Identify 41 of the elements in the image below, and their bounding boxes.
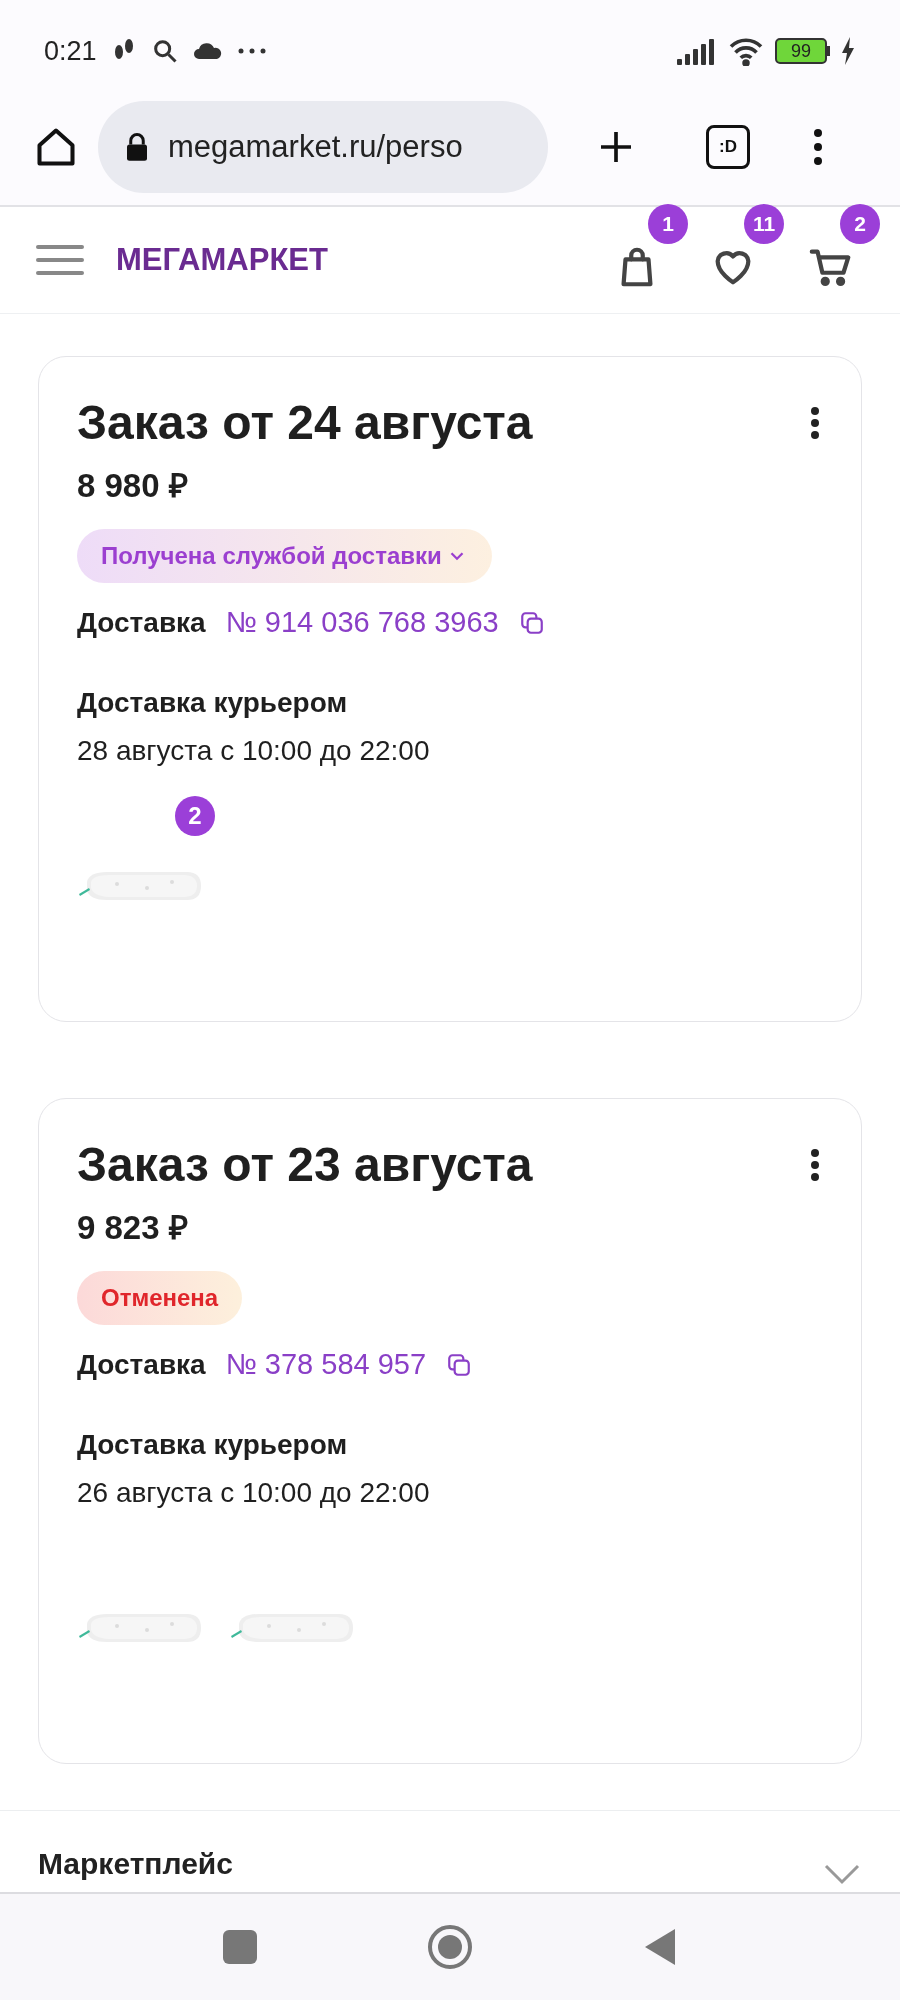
count-badge: 11 [744, 204, 784, 244]
delivery-method: Доставка курьером [77, 686, 348, 721]
more-icon[interactable] [809, 1147, 821, 1184]
delivery-time: 26 августа с 10:00 до 22:00 [77, 1476, 430, 1511]
wifi-icon [727, 35, 765, 66]
copy-icon[interactable] [446, 1351, 473, 1378]
recents-icon[interactable] [223, 1930, 257, 1965]
delivery-label: Доставка [77, 1347, 206, 1382]
signal-icon [677, 36, 717, 65]
more-notifications-icon [236, 46, 267, 55]
order-title: Заказ от 23 августа [77, 1137, 533, 1194]
home-button-icon[interactable] [427, 1924, 473, 1971]
delivery-number[interactable]: № 914 036 768 3963 [225, 600, 499, 645]
more-icon[interactable] [809, 405, 821, 442]
tab-switcher-button[interactable]: :D [706, 125, 750, 170]
section-title[interactable]: Маркетплейс [38, 1841, 233, 1887]
hamburger-icon[interactable] [36, 243, 84, 277]
order-title: Заказ от 24 августа [77, 395, 533, 452]
cloud-icon [192, 40, 223, 61]
delivery-label: Доставка [77, 605, 206, 640]
url-text: megamarket.ru/perso [168, 127, 463, 166]
delivery-method: Доставка курьером [77, 1428, 348, 1463]
quantity-badge: 2 [175, 796, 215, 837]
menu-icon[interactable] [812, 127, 824, 168]
order-price: 8 980 ₽ [77, 466, 188, 507]
status-time: 0:21 [44, 34, 97, 68]
chevron-down-icon[interactable] [822, 1862, 862, 1887]
battery-indicator: 99 [775, 37, 830, 64]
site-logo[interactable]: МЕГАМАРКЕТ [116, 236, 328, 284]
count-badge: 2 [840, 204, 880, 244]
charging-icon [840, 36, 856, 65]
address-bar[interactable]: megamarket.ru/perso [98, 101, 548, 194]
status-badge[interactable]: Отменена [77, 1270, 243, 1325]
copy-icon[interactable] [518, 609, 545, 636]
delivery-number[interactable]: № 378 584 957 [225, 1342, 427, 1387]
count-badge: 1 [648, 204, 688, 244]
status-badge[interactable]: Получена службой доставки [77, 528, 492, 583]
lock-icon [124, 132, 150, 163]
delivery-time: 28 августа с 10:00 до 22:00 [77, 734, 430, 769]
order-price: 9 823 ₽ [77, 1208, 188, 1249]
back-icon[interactable] [643, 1927, 677, 1968]
